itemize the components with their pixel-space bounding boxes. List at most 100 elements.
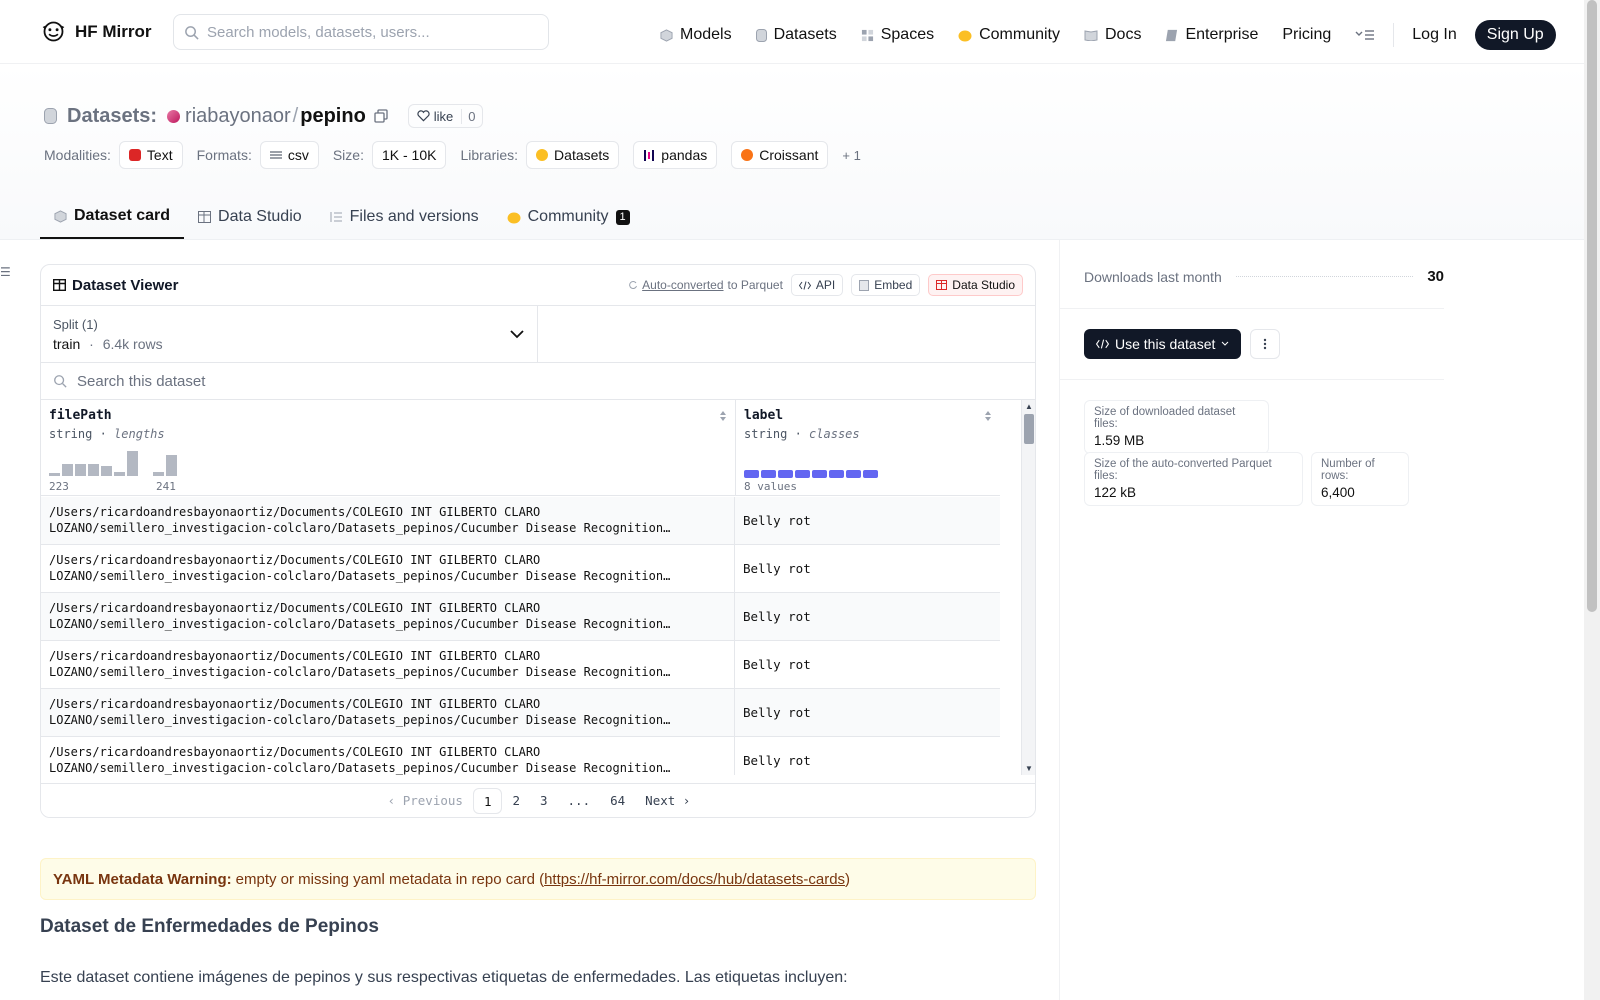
grid-scrollbar[interactable]: ▲ ▼ <box>1021 400 1035 775</box>
page-64-button[interactable]: 64 <box>600 788 635 814</box>
warning-link[interactable]: https://hf-mirror.com/docs/hub/datasets-… <box>544 871 845 888</box>
library-tag-pandas[interactable]: pandas <box>633 141 718 169</box>
table-row[interactable]: /Users/ricardoandresbayonaortiz/Document… <box>41 641 1000 689</box>
brand-name: HF Mirror <box>75 21 152 41</box>
nav-community[interactable]: Community <box>958 26 1060 44</box>
scrollbar-thumb[interactable] <box>1024 414 1034 444</box>
more-options-button[interactable] <box>1250 329 1280 359</box>
class-segment[interactable] <box>812 470 827 478</box>
dataset-search[interactable] <box>41 363 1035 400</box>
global-search-input[interactable] <box>207 23 527 41</box>
size-tag[interactable]: 1K - 10K <box>371 141 447 169</box>
grid-icon <box>861 29 873 41</box>
database-icon <box>44 108 57 124</box>
split-selector[interactable]: Split (1) train · 6.4k rows <box>41 306 538 362</box>
page-1-button[interactable]: 1 <box>472 787 503 814</box>
brand-logo[interactable]: HF Mirror <box>40 18 152 45</box>
chevron-down-icon <box>510 330 524 339</box>
building-icon <box>1166 29 1178 41</box>
data-studio-button[interactable]: Data Studio <box>928 274 1023 296</box>
auto-converted-link[interactable]: Auto-converted <box>642 278 723 292</box>
sort-icon[interactable] <box>719 410 727 422</box>
tab-files[interactable]: Files and versions <box>316 195 493 239</box>
toc-toggle-icon[interactable]: ☰ <box>0 265 11 279</box>
menu-icon[interactable] <box>1355 28 1375 42</box>
class-segment[interactable] <box>761 470 776 478</box>
page-2-button[interactable]: 2 <box>502 788 530 814</box>
class-segment[interactable] <box>863 470 878 478</box>
nav-pricing[interactable]: Pricing <box>1282 26 1331 44</box>
global-search[interactable] <box>173 14 549 50</box>
page-scrollbar[interactable] <box>1584 0 1600 1000</box>
class-segment[interactable] <box>829 470 844 478</box>
class-segment[interactable] <box>744 470 759 478</box>
cell-label: Belly rot <box>743 561 811 576</box>
dataset-search-input[interactable] <box>77 372 577 390</box>
table-row[interactable]: /Users/ricardoandresbayonaortiz/Document… <box>41 689 1000 737</box>
histogram-bar <box>101 466 112 476</box>
class-distribution-bar <box>744 470 878 478</box>
repo-name[interactable]: pepino <box>300 105 366 128</box>
class-segment[interactable] <box>778 470 793 478</box>
table-row[interactable]: /Users/ricardoandresbayonaortiz/Document… <box>41 497 1000 545</box>
class-segment[interactable] <box>846 470 861 478</box>
nav-spaces[interactable]: Spaces <box>861 26 934 44</box>
modality-tag[interactable]: Text <box>118 141 183 169</box>
embed-button[interactable]: Embed <box>851 274 921 296</box>
class-segment[interactable] <box>795 470 810 478</box>
nav-models[interactable]: Models <box>660 26 732 44</box>
column-header-filepath[interactable]: filePath string · lengths 223 241 <box>41 400 735 496</box>
split-value: train · 6.4k rows <box>53 336 525 352</box>
sort-icon[interactable] <box>984 410 992 422</box>
page-scrollbar-thumb[interactable] <box>1587 0 1597 612</box>
table-row[interactable]: /Users/ricardoandresbayonaortiz/Document… <box>41 545 1000 593</box>
cell-text: LOZANO/semillero_investigacion-colclaro/… <box>49 713 671 727</box>
like-button[interactable]: like 0 <box>407 104 483 128</box>
histogram-bar <box>153 472 164 476</box>
api-button[interactable]: API <box>790 274 844 296</box>
previous-page-button[interactable]: ‹ Previous <box>378 788 473 814</box>
signup-button[interactable]: Sign Up <box>1474 20 1556 50</box>
library-tag-datasets[interactable]: Datasets <box>526 141 620 169</box>
book-icon <box>1084 30 1098 41</box>
histogram-bar <box>62 464 73 476</box>
copy-icon[interactable] <box>374 109 388 123</box>
tags-row: Modalities: Text Formats: csv Size: 1K -… <box>44 141 861 169</box>
tab-community[interactable]: Community 1 <box>493 195 644 239</box>
embed-icon <box>859 279 870 291</box>
library-tag-croissant[interactable]: Croissant <box>731 141 829 169</box>
scroll-down-icon[interactable]: ▼ <box>1025 764 1033 773</box>
page-3-button[interactable]: 3 <box>530 788 558 814</box>
cell-filepath: /Users/ricardoandresbayonaortiz/Document… <box>41 689 735 736</box>
tab-dataset-card[interactable]: Dataset card <box>40 195 185 239</box>
stat-value: 1.59 MB <box>1094 433 1145 448</box>
repo-owner[interactable]: riabayonaor <box>185 105 291 128</box>
cell-filepath: /Users/ricardoandresbayonaortiz/Document… <box>41 545 735 592</box>
histogram-bar <box>75 464 86 476</box>
formats-label: Formats: <box>196 147 252 163</box>
use-this-dataset-button[interactable]: Use this dataset <box>1084 329 1242 359</box>
nav-docs[interactable]: Docs <box>1084 26 1141 44</box>
histogram-bar <box>127 451 138 476</box>
next-page-button[interactable]: Next › <box>635 788 700 814</box>
login-link[interactable]: Log In <box>1412 26 1456 44</box>
nav-enterprise[interactable]: Enterprise <box>1165 26 1258 44</box>
hands-icon <box>507 212 521 223</box>
repo-kind[interactable]: Datasets: <box>67 105 157 128</box>
repo-tabs: Dataset card Data Studio Files and versi… <box>40 195 644 239</box>
table-row[interactable]: /Users/ricardoandresbayonaortiz/Document… <box>41 593 1000 641</box>
nav-datasets[interactable]: Datasets <box>755 26 837 44</box>
cell-label: Belly rot <box>743 609 811 624</box>
format-tag[interactable]: csv <box>259 141 319 169</box>
chevron-down-icon <box>1222 341 1229 346</box>
histogram-min: 223 <box>49 480 69 493</box>
tab-data-studio[interactable]: Data Studio <box>184 195 316 239</box>
search-icon <box>185 25 199 40</box>
viewer-title: Dataset Viewer <box>53 277 178 294</box>
cell-text: LOZANO/semillero_investigacion-colclaro/… <box>49 521 671 535</box>
table-row[interactable]: /Users/ricardoandresbayonaortiz/Document… <box>41 737 1000 775</box>
page-ellipsis: ... <box>567 792 591 808</box>
more-libraries[interactable]: + 1 <box>842 148 860 163</box>
scroll-up-icon[interactable]: ▲ <box>1025 402 1033 411</box>
column-header-label[interactable]: label string · classes 8 values <box>736 400 1000 496</box>
